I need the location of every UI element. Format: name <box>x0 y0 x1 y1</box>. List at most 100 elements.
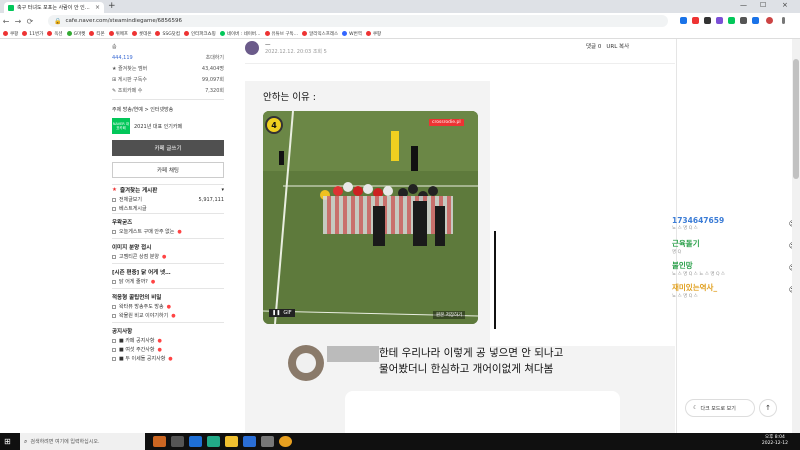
bookmark-item[interactable]: 알리익스프레스 <box>302 31 338 37</box>
video-number-badge: 4 <box>265 116 283 134</box>
bookmark-item[interactable]: SSG닷컴 <box>155 31 180 37</box>
gif-controls[interactable]: ❚❚ GIF <box>269 309 295 317</box>
address-bar[interactable]: 🔒 cafe.naver.com/steamindiegame/6856596 <box>48 15 668 27</box>
cortana-icon[interactable] <box>153 436 166 447</box>
bookmark-item[interactable]: G마켓 <box>66 31 85 37</box>
bookmark-label: SSG닷컴 <box>162 31 180 37</box>
popular-posts-link[interactable]: 베스트게시글 <box>112 204 224 213</box>
stat-row: ★ 즐겨찾는 멤버 43,404명 <box>112 63 224 74</box>
forward-button[interactable]: → <box>12 17 24 26</box>
bookmark-item[interactable]: W번역 <box>342 31 362 37</box>
board-link[interactable]: 왁타뷰 방송주도 방송 ● <box>112 302 224 311</box>
bookmark-item[interactable]: 옥션 <box>47 31 63 37</box>
edge-icon[interactable] <box>189 436 202 447</box>
bookmark-item[interactable]: 쿠팡 <box>3 31 18 37</box>
search-icon: ⌕ <box>24 437 28 445</box>
tab-strip: 축구 터녀도 포포는 사람이 안 인… × + — ☐ × <box>0 0 800 13</box>
board-link[interactable]: ■ 두 이세돌 공지사항 ● <box>112 354 224 363</box>
chat-item[interactable]: 재미있는역사_뇨 스 명 Q 스☺ <box>672 282 796 304</box>
all-posts-label: 전체글보기 <box>119 197 143 203</box>
board-section-title[interactable]: 공지사항 <box>112 325 224 336</box>
scrollbar-thumb[interactable] <box>793 59 799 179</box>
board-section: 우왁굳즈 오늘게스트 구매 안주 없는 ● <box>112 213 224 238</box>
task-view-icon[interactable] <box>171 436 184 447</box>
maximize-button[interactable]: ☐ <box>760 1 766 9</box>
back-button[interactable]: ← <box>0 17 12 26</box>
bookmark-item[interactable]: 티몬 <box>89 31 105 37</box>
search-placeholder[interactable]: 검색하려면 여기에 입력하십시오. <box>30 438 99 445</box>
extension-icon[interactable] <box>704 17 711 24</box>
vscode-icon[interactable] <box>243 436 256 447</box>
extension-icon[interactable] <box>728 17 735 24</box>
author-avatar[interactable] <box>245 41 259 55</box>
member-count[interactable]: 444,119 <box>112 55 133 61</box>
scroll-top-button[interactable]: ↑ <box>759 399 777 417</box>
bookmark-label: 인터파크쇼핑 <box>190 31 216 37</box>
new-tab-button[interactable]: + <box>108 1 116 11</box>
board-link[interactable]: ■ 여섯 주간사항 ● <box>112 345 224 354</box>
pause-icon[interactable]: ❚❚ <box>272 310 280 316</box>
board-link[interactable]: 왁물원 비교 이야기하기 ● <box>112 311 224 320</box>
chat-item[interactable]: 1734647659뇨 스 명 Q 스☺ <box>672 216 796 238</box>
lock-icon: 🔒 <box>54 17 62 25</box>
reload-button[interactable]: ⟳ <box>24 17 36 26</box>
browser-tab[interactable]: 축구 터녀도 포포는 사람이 안 인… × <box>4 2 104 13</box>
dark-mode-button[interactable]: ☾ 다크 모드로 보기 <box>685 399 755 417</box>
favorite-boards-header[interactable]: ★ 즐겨찾는 게시판 ▾ <box>112 184 224 195</box>
bookmark-item[interactable]: 인터파크쇼핑 <box>183 31 216 37</box>
bookmark-label: 옥션 <box>54 31 63 37</box>
gif-player[interactable]: 4 crossrodie.pl ❚❚ GIF 원본 저장하기 <box>263 111 478 324</box>
url-copy-button[interactable]: URL 복사 <box>606 42 629 50</box>
board-section-title[interactable]: 이미지 분양 접시 <box>112 241 224 252</box>
extension-icon[interactable] <box>680 17 687 24</box>
menu-kebab-icon[interactable] <box>782 17 785 24</box>
extension-icon[interactable] <box>752 17 759 24</box>
bookmark-item[interactable]: 유튜브 구독… <box>264 31 298 37</box>
extension-icon[interactable] <box>716 17 723 24</box>
board-link[interactable]: ■ 카페 공지사항 ● <box>112 336 224 345</box>
app-icon[interactable] <box>207 436 220 447</box>
page-scrollbar[interactable] <box>792 39 800 433</box>
comment-count[interactable]: 댓글 0 <box>586 42 601 50</box>
board-link[interactable]: 오늘게스트 구매 안주 없는 ● <box>112 227 224 236</box>
bookmark-item[interactable]: 롯데온 <box>132 31 151 37</box>
bookmark-favicon-icon <box>108 31 114 36</box>
board-section-title[interactable]: [시즌 편중] 닭 어게 넷… <box>112 266 224 277</box>
windows-start-icon[interactable]: ⊞ <box>4 437 11 446</box>
board-section-title[interactable]: 우왁굳즈 <box>112 216 224 227</box>
all-posts-link[interactable]: 전체글보기 5,917,111 <box>112 195 224 204</box>
profile-avatar-icon[interactable] <box>766 17 773 24</box>
clock-date: 2022-12-12 <box>761 441 788 446</box>
app-icon[interactable] <box>261 436 274 447</box>
board-link[interactable]: 닭 어게 줄까? ● <box>112 277 224 286</box>
bookmark-item[interactable]: 위메프 <box>108 31 128 37</box>
stat-value: 99,097회 <box>201 77 224 83</box>
save-original-button[interactable]: 원본 저장하기 <box>433 311 466 319</box>
invite-link[interactable]: 초대하기 <box>206 54 224 61</box>
extension-icon[interactable] <box>740 17 747 24</box>
board-link[interactable]: 고멤티콘 상점 분양 ● <box>112 252 224 261</box>
close-window-button[interactable]: × <box>782 1 788 9</box>
chat-item[interactable]: 근육돌기명 Q☺ <box>672 238 796 260</box>
cafe-chat-button[interactable]: 카페 채팅 <box>112 162 224 178</box>
comment-line-1: 한테 우리나라 이렇게 공 넣으면 안 되나고 <box>379 347 564 359</box>
chat-item[interactable]: 불인망뇨 스 명 Q 스 뇨 스 명 Q 스☺ <box>672 260 796 282</box>
minimize-button[interactable]: — <box>740 1 747 9</box>
system-clock[interactable]: 오후 8:04 2022-12-12 <box>762 435 788 447</box>
chrome-icon[interactable] <box>279 436 292 447</box>
bookmark-item[interactable]: 쿠팡 <box>365 31 381 37</box>
chevron-down-icon[interactable]: ▾ <box>221 187 224 193</box>
stat-row: ⊞ 게시판 구독수 99,097회 <box>112 74 224 85</box>
taskbar-search-box[interactable]: ⌕ 검색하려면 여기에 입력하십시오. <box>20 433 145 450</box>
url-text[interactable]: cafe.naver.com/steamindiegame/6856596 <box>65 18 182 24</box>
file-explorer-icon[interactable] <box>225 436 238 447</box>
board-link-label: 왁타뷰 방송주도 방송 <box>119 304 164 310</box>
board-icon <box>112 254 116 259</box>
stat-label: ★ 즐겨찾는 멤버 <box>112 66 148 72</box>
extension-icon[interactable] <box>692 17 699 24</box>
bookmark-item[interactable]: 11번가 <box>22 31 43 37</box>
write-post-button[interactable]: 카페 글쓰기 <box>112 140 224 156</box>
board-section-title[interactable]: 적응형 꿀팁먼의 비밀 <box>112 291 224 302</box>
bookmark-item[interactable]: 네이버 : 네이버… <box>219 31 261 37</box>
tab-close-icon[interactable]: × <box>95 4 100 11</box>
